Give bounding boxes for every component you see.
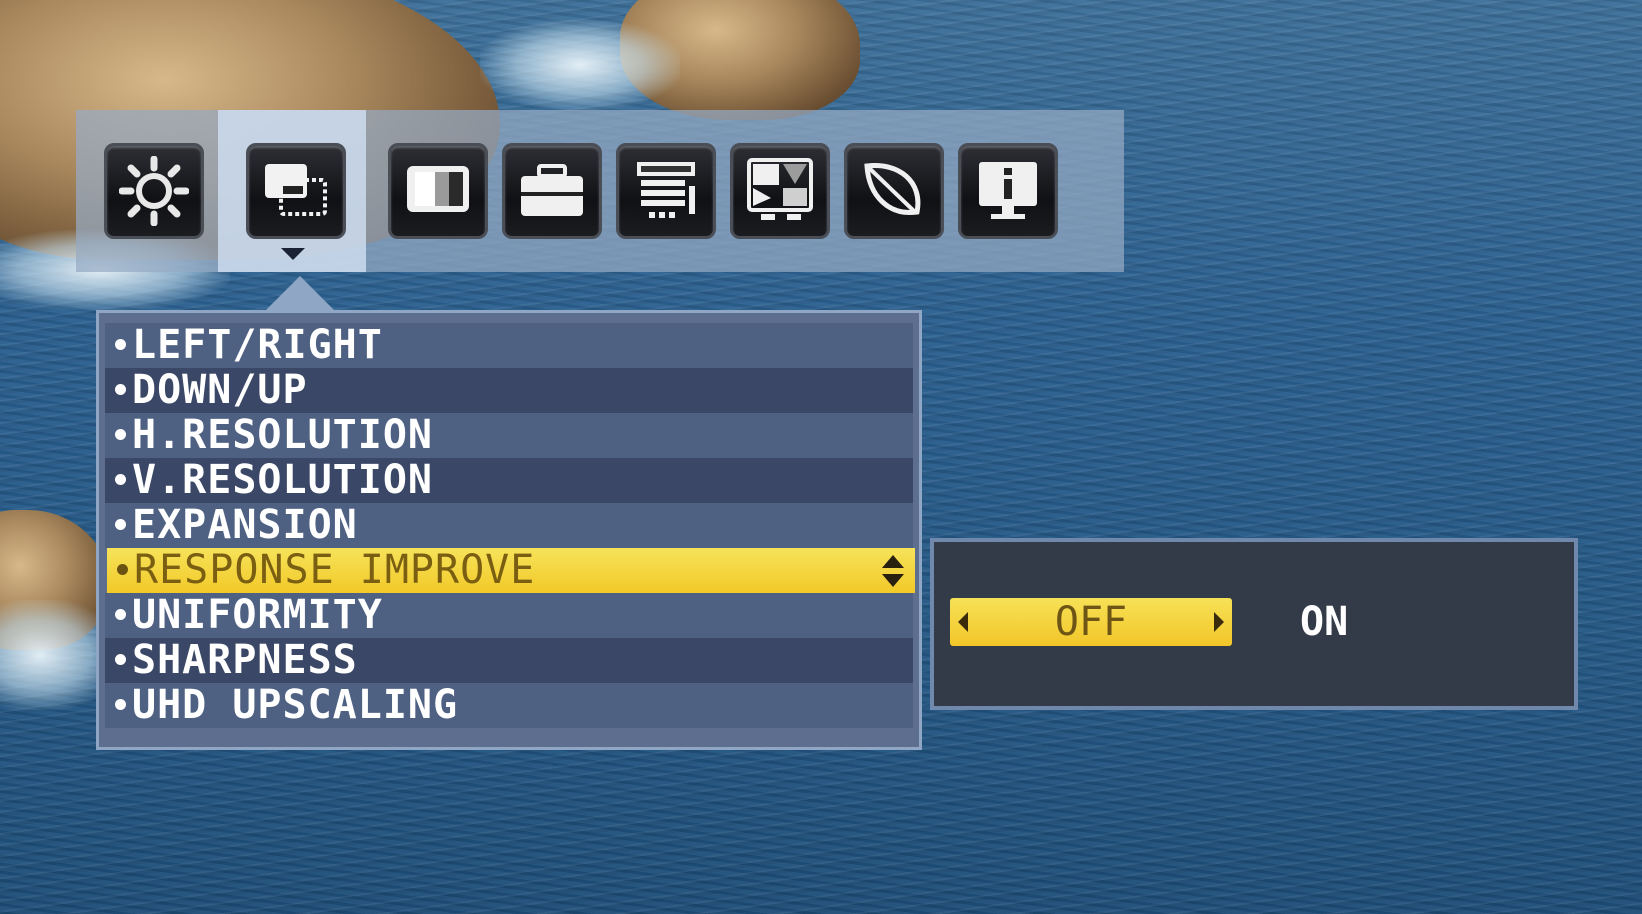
bullet-icon [115, 653, 126, 665]
bullet-icon [115, 518, 126, 530]
osd-icon-bar [76, 110, 1124, 272]
brightness-icon [104, 143, 204, 239]
menu-item-label: RESPONSE IMPROVE [134, 547, 536, 593]
menu-item-left-right[interactable]: LEFT/RIGHT [105, 323, 913, 368]
up-down-arrows-icon [882, 555, 904, 587]
tab-information[interactable] [930, 110, 1078, 272]
menu-item-down-up[interactable]: DOWN/UP [105, 368, 913, 413]
osd-menu-panel: LEFT/RIGHT DOWN/UP H.RESOLUTION V.RESOLU… [96, 310, 922, 750]
menu-item-label: SHARPNESS [132, 637, 358, 683]
bullet-icon [115, 608, 126, 620]
menu-item-v-resolution[interactable]: V.RESOLUTION [105, 458, 913, 503]
color-icon [388, 143, 488, 239]
picture-in-picture-icon [730, 143, 830, 239]
option-on-label: ON [1300, 599, 1349, 645]
option-off-label: OFF [1054, 599, 1128, 645]
menu-item-label: H.RESOLUTION [132, 412, 433, 458]
menu-item-label: EXPANSION [132, 502, 358, 548]
bullet-icon [115, 383, 126, 395]
menu-item-label: V.RESOLUTION [132, 457, 433, 503]
menu-item-label: UNIFORMITY [132, 592, 383, 638]
background-foam [480, 20, 680, 110]
menu-item-uhd-upscaling[interactable]: UHD UPSCALING [105, 683, 913, 728]
option-on[interactable]: ON [1300, 598, 1348, 646]
tab-picture-position[interactable] [218, 110, 366, 272]
tab-brightness[interactable] [76, 110, 224, 272]
arrow-left-icon [958, 612, 968, 632]
menu-pointer [264, 276, 336, 312]
bullet-icon [117, 563, 128, 575]
menu-item-uniformity[interactable]: UNIFORMITY [105, 593, 913, 638]
menu-item-expansion[interactable]: EXPANSION [105, 503, 913, 548]
menu-item-label: UHD UPSCALING [132, 682, 459, 728]
tools-menu-icon [616, 143, 716, 239]
menu-item-response-improve[interactable]: RESPONSE IMPROVE [107, 548, 915, 593]
bullet-icon [115, 428, 126, 440]
information-icon [958, 143, 1058, 239]
option-panel: OFF ON [930, 538, 1578, 710]
selected-tab-arrow [281, 248, 305, 260]
bullet-icon [115, 338, 126, 350]
menu-item-sharpness[interactable]: SHARPNESS [105, 638, 913, 683]
eco-leaf-icon [844, 143, 944, 239]
arrow-right-icon [1214, 612, 1224, 632]
toolbox-icon [502, 143, 602, 239]
bullet-icon [115, 698, 126, 710]
bullet-icon [115, 473, 126, 485]
option-off[interactable]: OFF [950, 598, 1232, 646]
menu-item-h-resolution[interactable]: H.RESOLUTION [105, 413, 913, 458]
picture-position-icon [246, 143, 346, 239]
menu-item-label: LEFT/RIGHT [132, 322, 383, 368]
menu-item-label: DOWN/UP [132, 367, 308, 413]
